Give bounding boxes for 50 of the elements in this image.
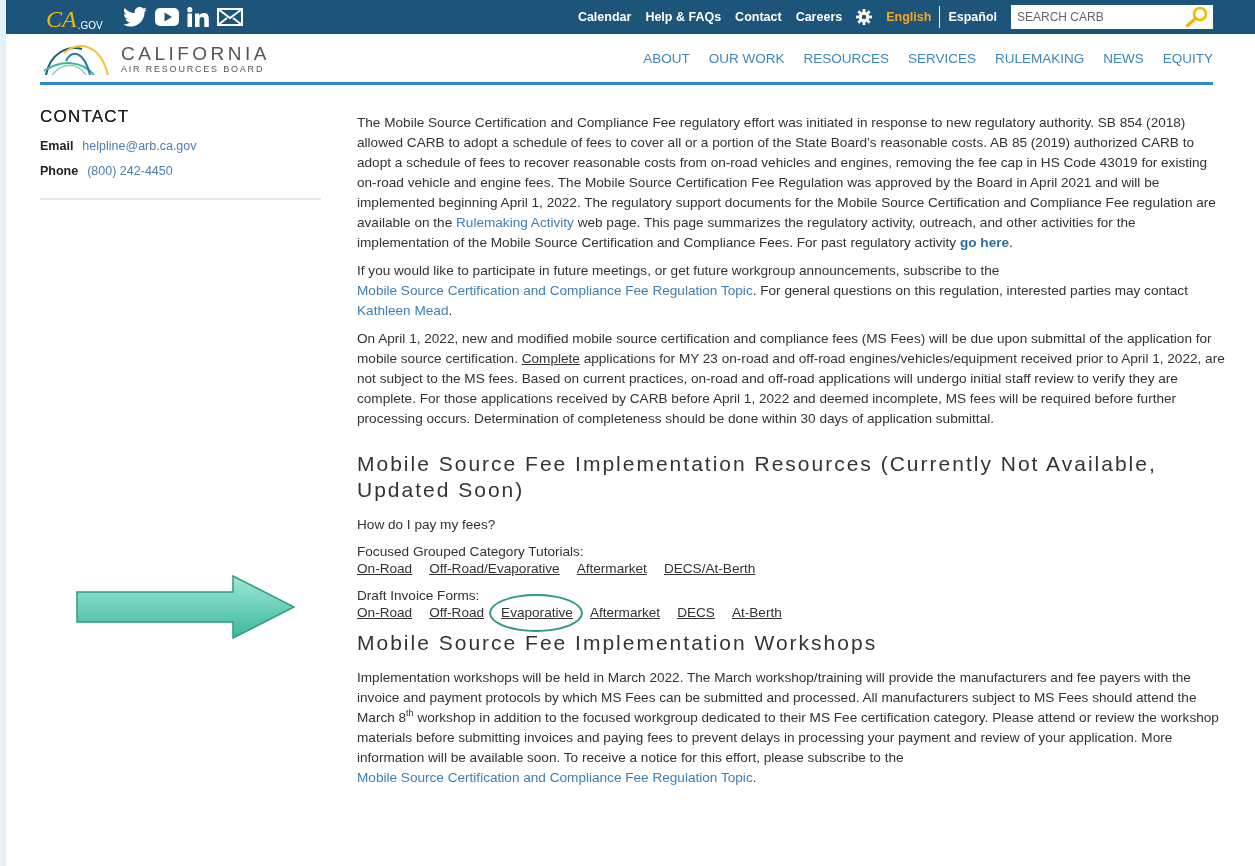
nav-link[interactable]: OUR WORK (708, 50, 785, 66)
nav-link[interactable]: SERVICES (907, 50, 976, 66)
paragraph: Implementation workshops will be held in March 2022. The March workshop/training will provide the manufacturers and fee payers with the invoice and payment protocols by which MS Fees can be submitted and processed. All manufacturers subject to MS Fees should attend the March 8$^{th}$ workshop in addition to the focused workgroup dedicated to their MS Fee certification category. Please attend or review the workshop materials before submitting invoices and paying fees to prevent delays in processing your payment and review of your application. More information will be available soon. To receive a notice for this effort, please subscribe to the Mobile Source Certification and Compliance Fee Regulation Topic. (357, 669, 1220, 787)
resource-link[interactable]: Aftermarket (589, 605, 661, 620)
resource-link[interactable]: At-Berth (731, 605, 782, 620)
resource-link[interactable]: On-Road (357, 605, 413, 620)
nav-link[interactable]: EQUITY (1162, 50, 1213, 66)
resource-link[interactable]: Off-Road (429, 605, 485, 620)
search-field[interactable]: SEARCH CARB (1011, 5, 1185, 29)
linkedin-icon[interactable] (186, 7, 209, 27)
ca-gov-logo[interactable]: CA.GOV (46, 2, 103, 32)
resource-link[interactable]: Off-Road/Evaporative (429, 561, 560, 576)
board-logo-text[interactable]: CALIFORNIA AIR RESOURCES BOARD (121, 44, 271, 75)
resource-link[interactable]: DECS/At-Berth (663, 561, 756, 576)
nav-link[interactable]: NEWS (1103, 50, 1144, 66)
sidebar-heading: CONTACT (40, 107, 131, 127)
resource-link[interactable]: On-Road (357, 561, 413, 576)
group-label: Draft Invoice Forms: (357, 587, 481, 605)
play-icon[interactable] (154, 8, 179, 26)
detail-link[interactable]: helpline@arb.ca.gov (82, 139, 197, 153)
section-heading: Mobile Source Fee Implementation Resources (Currently Not Available, Updated Soon) (357, 451, 1158, 503)
question-text: How do I pay my fees? (357, 517, 497, 532)
resource-link[interactable]: Evaporative (501, 605, 573, 620)
group-label: Focused Grouped Category Tutorials: (357, 543, 585, 561)
paragraph: On April 1, 2022, new and modified mobile source certification and compliance fees (MS Fees) will be due upon submittal of the application for mobile source certification. Complete applications for MY 23 on-road and off-road engines/vehicles/equipment received prior to April 1, 2022, are not subject to the MS fees. Based on current practices, on-road and off-road applications will undergo initial staff review to verify they are complete. For those applications received by CARB before April 1, 2022 and deemed incomplete, MS fees will be required before further processing occurs. Determination of completeness should be done within 30 days of application submittal. (357, 330, 1225, 428)
text-link[interactable]: Rulemaking Activity (456, 215, 574, 230)
bird-icon[interactable] (122, 7, 147, 27)
detail-link[interactable]: (800) 242-4450 (87, 164, 173, 178)
top-link[interactable]: Help & FAQs (645, 10, 722, 24)
language-link[interactable]: English (886, 10, 932, 24)
top-link[interactable]: Contact (735, 10, 782, 24)
gear-icon[interactable] (856, 9, 873, 25)
nav-link[interactable]: RESOURCES (803, 50, 889, 66)
resource-link[interactable]: DECS (677, 605, 715, 620)
envelope-icon[interactable] (216, 8, 243, 26)
top-link[interactable]: Calendar (577, 10, 632, 24)
arrow-icon (75, 574, 297, 640)
nav-link[interactable]: ABOUT (643, 50, 690, 66)
text-link[interactable]: go here (959, 235, 1010, 250)
paragraph: If you would like to participate in future meetings, or get future workgroup announcements, subscribe to the Mobile Source Certification and Compliance Fee Regulation Topic. For general questions on this regulation, interested parties may contact Kathleen Mead. (357, 262, 1189, 320)
text-link[interactable]: Mobile Source Certification and Compliance Fee Regulation Topic (357, 770, 753, 785)
text-link[interactable]: Mobile Source Certification and Compliance Fee Regulation Topic (357, 283, 753, 298)
contact-label: Email (40, 139, 74, 153)
resource-link[interactable]: Aftermarket (576, 561, 647, 576)
nav-link[interactable]: RULEMAKING (994, 50, 1085, 66)
language-link[interactable]: Español (948, 10, 997, 24)
paragraph: The Mobile Source Certification and Compliance Fee regulatory effort was initiated in response to new regulatory authority. SB 854 (2018) allowed CARB to adopt a schedule of fees to cover all or a portion of the State Board’s reasonable costs. AB 85 (2019) authorized CARB to adopt a schedule of fees to recover reasonable costs from on-road vehicles and engines, removing the fee cap in HS Code 43019 for existing on-road vehicle and engine fees. The Mobile Source Certification Fee Regulation was approved by the Board in April 2021 and will be implemented beginning April 1, 2022. The regulatory support documents for the Mobile Source Certification and Compliance Fee regulation are available on the Rulemaking Activity web page. This page summarizes the regulatory activity, outreach, and other activities for the implementation of the Mobile Source Certification and Compliance Fees. For past regulatory activity go here. (357, 114, 1217, 252)
top-link[interactable]: Careers (795, 10, 843, 24)
contact-label: Phone (40, 164, 79, 178)
section-heading: Mobile Source Fee Implementation Workshops (357, 630, 879, 656)
